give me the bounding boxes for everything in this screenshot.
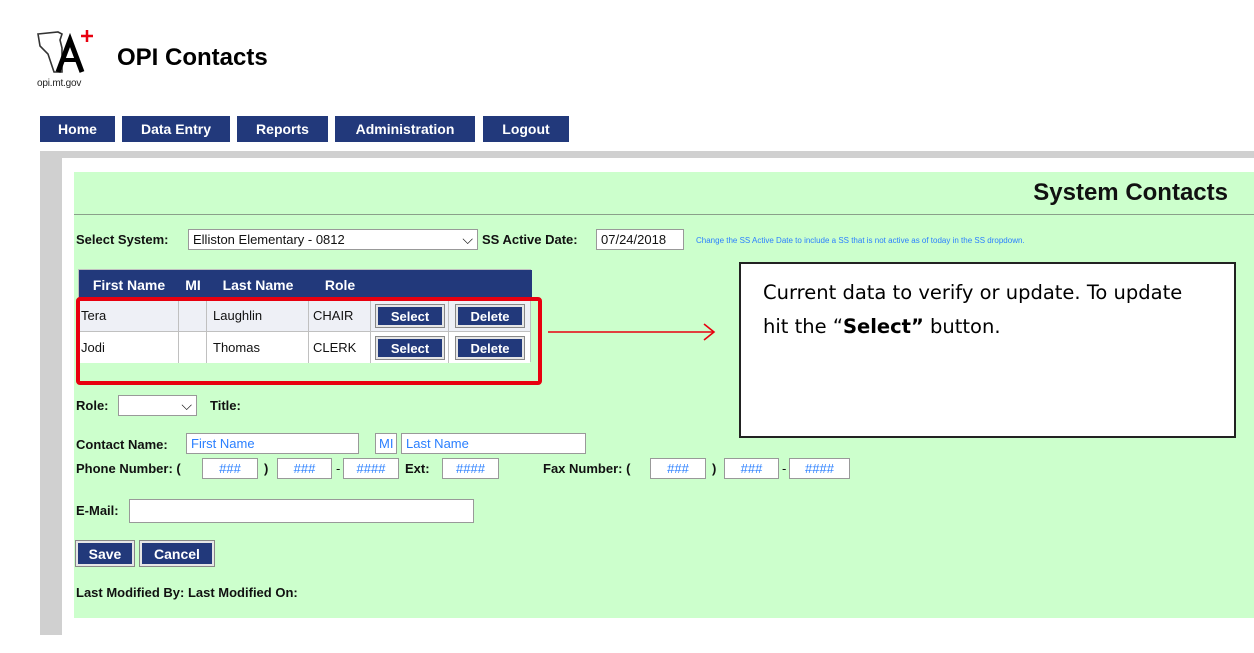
annotation-callout: Current data to verify or update. To upd… xyxy=(739,262,1236,438)
fax-paren-close: ) xyxy=(712,461,717,476)
email-label: E-Mail: xyxy=(76,503,119,518)
phone-dash: - xyxy=(336,461,341,476)
col-last-name: Last Name xyxy=(222,277,294,293)
ss-active-date-input[interactable]: 07/24/2018 xyxy=(596,229,684,250)
ext-input[interactable]: #### xyxy=(442,458,499,479)
col-role: Role xyxy=(324,277,356,293)
highlight-box xyxy=(76,297,542,385)
opi-logo: opi.mt.gov xyxy=(36,28,120,92)
phone-paren-close: ) xyxy=(264,461,269,476)
nav-administration[interactable]: Administration xyxy=(335,116,475,142)
title-divider xyxy=(74,214,1254,215)
nav-logout[interactable]: Logout xyxy=(483,116,569,142)
col-first-name: First Name xyxy=(92,277,166,293)
fax-prefix-input[interactable]: ### xyxy=(724,458,779,479)
email-input[interactable] xyxy=(129,499,474,523)
last-modified-text: Last Modified By: Last Modified On: xyxy=(76,585,298,600)
role-select[interactable]: ⌵ xyxy=(118,395,197,416)
contact-name-label: Contact Name: xyxy=(76,437,168,452)
logo-url-text: opi.mt.gov xyxy=(37,78,82,89)
table-header: First Name MI Last Name Role xyxy=(79,270,532,300)
chevron-down-icon: ⌵ xyxy=(181,397,192,413)
col-mi: MI xyxy=(185,277,201,293)
chevron-down-icon: ⌵ xyxy=(462,231,473,247)
mi-input[interactable]: MI xyxy=(375,433,397,454)
phone-prefix-input[interactable]: ### xyxy=(277,458,332,479)
fax-number-label: Fax Number: ( xyxy=(543,461,631,476)
nav-reports[interactable]: Reports xyxy=(237,116,328,142)
arrow-right-icon xyxy=(548,323,716,341)
phone-line-input[interactable]: #### xyxy=(343,458,399,479)
first-name-input[interactable]: First Name xyxy=(186,433,359,454)
select-system-label: Select System: xyxy=(76,232,169,247)
ext-label: Ext: xyxy=(405,461,430,476)
system-select-value: Elliston Elementary - 0812 xyxy=(193,232,345,247)
page-title: System Contacts xyxy=(1033,179,1228,206)
app-title: OPI Contacts xyxy=(117,44,268,71)
phone-area-code-input[interactable]: ### xyxy=(202,458,258,479)
ss-active-date-hint: Change the SS Active Date to include a S… xyxy=(696,236,1025,245)
ss-active-date-label: SS Active Date: xyxy=(482,232,578,247)
cancel-button[interactable]: Cancel xyxy=(139,540,215,567)
fax-dash: - xyxy=(782,461,787,476)
callout-text-bold: Select” xyxy=(842,315,924,338)
nav-home[interactable]: Home xyxy=(40,116,115,142)
last-name-input[interactable]: Last Name xyxy=(401,433,586,454)
montana-a-plus-icon xyxy=(37,30,93,73)
save-button[interactable]: Save xyxy=(75,540,135,567)
phone-number-label: Phone Number: ( xyxy=(76,461,181,476)
fax-line-input[interactable]: #### xyxy=(789,458,850,479)
role-label: Role: xyxy=(76,398,109,413)
callout-text-end: button. xyxy=(923,315,1001,338)
nav-data-entry[interactable]: Data Entry xyxy=(122,116,230,142)
title-label: Title: xyxy=(210,398,241,413)
system-select[interactable]: Elliston Elementary - 0812 ⌵ xyxy=(188,229,478,250)
fax-area-code-input[interactable]: ### xyxy=(650,458,706,479)
